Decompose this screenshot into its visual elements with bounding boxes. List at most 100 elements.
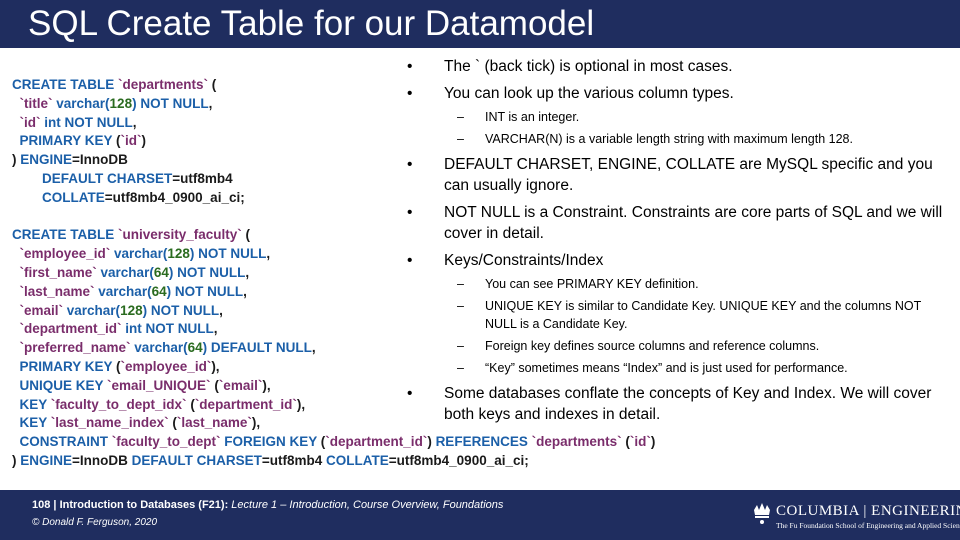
code-token: =InnoDB <box>72 452 132 468</box>
bullet-item: • Keys/Constraints/Index <box>405 250 945 271</box>
code-token: `department_id` <box>12 321 126 337</box>
code-token: `last_name` <box>12 283 99 299</box>
code-token: varchar( <box>100 264 154 280</box>
code-token: `id` <box>629 434 651 450</box>
bullet-item: • You can look up the various column type… <box>405 83 945 104</box>
sub-bullet-item: – INT is an integer. <box>405 108 945 126</box>
copyright: © Donald F. Ferguson, 2020 <box>32 517 158 528</box>
code-token: , <box>213 321 218 337</box>
code-token: ) NOT NULL <box>168 264 246 280</box>
page-number: 108 <box>32 499 51 511</box>
dash-icon: – <box>457 132 464 146</box>
bullet-text: UNIQUE KEY is similar to Candidate Key. … <box>485 299 922 331</box>
dash-icon: – <box>457 277 464 291</box>
code-token: , <box>245 264 250 280</box>
code-token: ( <box>621 434 630 450</box>
code-token: `last_name_index` <box>50 415 169 431</box>
code-token: int NOT NULL <box>44 114 133 130</box>
code-token: ) DEFAULT NULL <box>202 340 312 356</box>
code-token: varchar( <box>66 302 121 318</box>
code-token: `department_id` <box>325 434 428 450</box>
code-token: ) NOT NULL <box>189 246 267 262</box>
bullet-icon: • <box>407 156 413 173</box>
code-token: `faculty_to_dept` <box>111 434 221 450</box>
bullet-item: • Some databases conflate the concepts of… <box>405 383 945 425</box>
bullet-text: You can look up the various column types… <box>444 85 734 102</box>
code-token: 128 <box>120 302 143 318</box>
code-token: , <box>208 95 213 111</box>
code-token: `employee_id` <box>12 246 115 262</box>
code-token: PRIMARY KEY <box>12 133 117 149</box>
bullet-text: You can see PRIMARY KEY definition. <box>485 277 699 291</box>
code-token: KEY <box>12 396 51 412</box>
code-token: ) <box>427 434 436 450</box>
code-token: , <box>132 114 137 130</box>
bullet-text: Foreign key defines source columns and r… <box>485 339 820 353</box>
code-token: , <box>219 302 223 318</box>
code-token: 64 <box>151 283 167 299</box>
code-token: varchar( <box>56 95 110 111</box>
code-token: PRIMARY KEY <box>12 358 117 374</box>
bullet-text: Keys/Constraints/Index <box>444 252 604 269</box>
code-token: , <box>243 283 247 299</box>
code-token: , <box>311 340 316 356</box>
bullet-icon: • <box>407 252 413 269</box>
code-token: KEY <box>12 415 51 431</box>
title-bar: SQL Create Table for our Datamodel <box>0 0 960 48</box>
logo-name: COLUMBIA | ENGINEERING <box>776 503 960 519</box>
code-token: `first_name` <box>12 264 101 280</box>
code-token: ) <box>650 434 656 450</box>
footer-course-line: 108 | Introduction to Databases (F21): L… <box>32 499 503 511</box>
bullet-icon: • <box>407 385 413 402</box>
code-token: ) <box>12 152 21 168</box>
code-token: `last_name` <box>176 415 252 431</box>
sub-bullet-item: – You can see PRIMARY KEY definition. <box>405 275 945 293</box>
sub-bullet-item: – UNIQUE KEY is similar to Candidate Key.… <box>405 297 945 333</box>
sub-bullet-item: – “Key” sometimes means “Index” and is ju… <box>405 359 945 377</box>
code-token: `email_UNIQUE` <box>107 377 211 393</box>
code-token: 64 <box>153 264 169 280</box>
course-name: Introduction to Databases (F21): <box>59 499 229 511</box>
code-token: `departments` <box>118 77 209 92</box>
sub-bullet-item: – Foreign key defines source columns and … <box>405 337 945 355</box>
code-token: ( <box>210 377 219 393</box>
code-token: ), <box>296 396 306 412</box>
code-token: 64 <box>187 340 203 356</box>
code-token: =utf8mb4_0900_ai_ci; <box>104 189 245 205</box>
code-token: ( <box>168 415 177 431</box>
bullet-item: • DEFAULT CHARSET, ENGINE, COLLATE are My… <box>405 154 945 196</box>
code-token: `departments` <box>531 434 622 450</box>
code-line: CONSTRAINT `faculty_to_dept` FOREIGN KEY… <box>12 433 702 452</box>
code-token: ) <box>141 133 147 149</box>
code-token: 128 <box>109 95 133 111</box>
code-token: ENGINE <box>20 452 73 468</box>
code-token: `id` <box>12 114 45 130</box>
code-token: 128 <box>167 246 190 262</box>
code-token: `employee_id` <box>120 358 212 374</box>
code-token: ) NOT NULL <box>132 95 209 111</box>
code-token: CREATE TABLE <box>12 77 118 92</box>
dash-icon: – <box>457 299 464 313</box>
code-token: REFERENCES <box>435 434 532 450</box>
code-token: ( <box>208 77 217 92</box>
code-token: `department_id` <box>194 396 297 412</box>
code-token: CONSTRAINT <box>12 434 112 450</box>
code-token: `title` <box>12 95 57 111</box>
code-token: ) <box>12 452 21 468</box>
bullet-text: “Key” sometimes means “Index” and is jus… <box>485 361 848 375</box>
code-token: DEFAULT CHARSET <box>12 170 173 186</box>
bullet-icon: • <box>407 204 413 221</box>
code-token: , <box>266 246 271 262</box>
code-token: int NOT NULL <box>125 321 214 337</box>
code-token: =InnoDB <box>72 152 128 168</box>
logo-subtitle: The Fu Foundation School of Engineering … <box>776 521 960 530</box>
bullet-list: • The ` (back tick) is optional in most c… <box>405 50 945 425</box>
code-token: `email` <box>12 302 67 318</box>
dash-icon: – <box>457 361 464 375</box>
footer-bar: 108 | Introduction to Databases (F21): L… <box>0 490 960 540</box>
code-token: ), <box>251 415 261 431</box>
code-token: COLLATE <box>12 189 105 205</box>
columbia-engineering-logo: COLUMBIA | ENGINEERING The Fu Foundation… <box>752 502 960 532</box>
code-token: varchar( <box>98 283 152 299</box>
